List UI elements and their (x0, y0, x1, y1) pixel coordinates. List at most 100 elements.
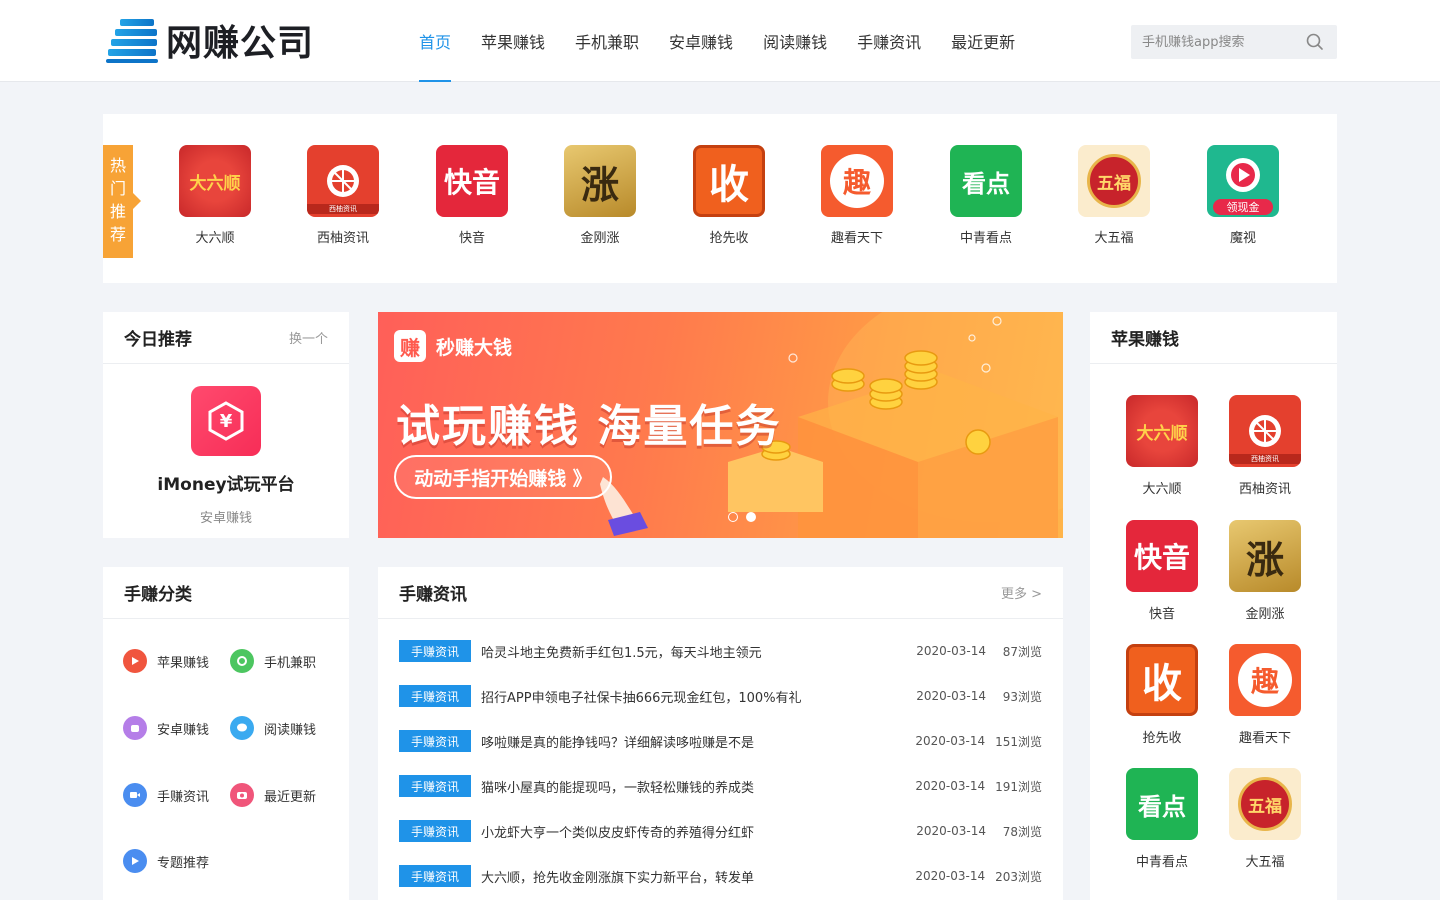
hot-app-daliushun[interactable]: 大六顺 大六顺 (170, 145, 260, 246)
nav-reading-earn[interactable]: 阅读赚钱 (748, 0, 842, 82)
play-icon (123, 649, 147, 673)
nav-earn-news[interactable]: 手赚资讯 (842, 0, 936, 82)
category-reading-earn[interactable]: 阅读赚钱 (230, 716, 316, 740)
news-title[interactable]: 猫咪小屋真的能提现吗，一款轻松赚钱的养成类 (481, 777, 907, 796)
news-tag[interactable]: 手赚资讯 (399, 775, 471, 797)
news-row[interactable]: 手赚资讯 猫咪小屋真的能提现吗，一款轻松赚钱的养成类 2020-03-14 19… (399, 775, 1042, 797)
xiyou-icon: 西柚资讯 (1229, 395, 1301, 467)
apple-app-jingangzhang[interactable]: 涨 金刚涨 (1215, 520, 1315, 622)
banner-cta-button[interactable]: 动动手指开始赚钱 》 (394, 455, 612, 499)
earn-news-panel: 手赚资讯 更多 > 手赚资讯 哈灵斗地主免费新手红包1.5元，每天斗地主领元 2… (378, 567, 1063, 900)
nav-apple-earn[interactable]: 苹果赚钱 (466, 0, 560, 82)
hot-app-name: 金刚涨 (580, 231, 620, 246)
category-phone-parttime[interactable]: 手机兼职 (230, 649, 316, 673)
news-tag[interactable]: 手赚资讯 (399, 685, 471, 707)
apple-earn-panel: 苹果赚钱 大六顺 大六顺 西柚资讯 西柚资讯 快音 快音 涨 金刚涨 收 抢先收 (1090, 312, 1337, 900)
nav-recent-updates[interactable]: 最近更新 (936, 0, 1030, 82)
panel-title: 手赚资讯 (399, 585, 467, 605)
hot-app-name: 快音 (458, 231, 485, 246)
news-row[interactable]: 手赚资讯 哈灵斗地主免费新手红包1.5元，每天斗地主领元 2020-03-14 … (399, 640, 1042, 662)
news-views: 151浏览 (995, 734, 1042, 749)
xiyou-icon: 西柚资讯 (307, 145, 379, 217)
apple-app-zhongqing[interactable]: 看点 中青看点 (1112, 768, 1212, 870)
news-title[interactable]: 招行APP申领电子社保卡抽666元现金红包，100%有礼 (481, 687, 908, 706)
main-nav: 首页 苹果赚钱 手机兼职 安卓赚钱 阅读赚钱 手赚资讯 最近更新 (404, 0, 1030, 82)
news-views: 191浏览 (995, 779, 1042, 794)
promo-banner[interactable]: 赚 秒赚大钱 试玩赚钱 海量任务 动动手指开始赚钱 》 (378, 312, 1063, 538)
hot-app-kuaiyin[interactable]: 快音 快音 (427, 145, 517, 246)
today-app-card[interactable]: ¥ iMoney试玩平台 安卓赚钱 (103, 364, 349, 526)
hot-app-xiyou[interactable]: 西柚资讯 西柚资讯 (298, 145, 388, 246)
news-date: 2020-03-14 (916, 689, 986, 703)
carousel-dot-active[interactable] (746, 512, 756, 522)
hot-app-qukan[interactable]: 趣 趣看天下 (812, 145, 902, 246)
dawufu-icon: 五福 (1229, 768, 1301, 840)
switch-button[interactable]: 换一个 (289, 328, 328, 347)
news-title[interactable]: 哈灵斗地主免费新手红包1.5元，每天斗地主领元 (481, 642, 908, 661)
dawufu-icon: 五福 (1078, 145, 1150, 217)
news-views: 203浏览 (995, 869, 1042, 884)
news-tag[interactable]: 手赚资讯 (399, 820, 471, 842)
news-tag[interactable]: 手赚资讯 (399, 730, 471, 752)
panel-title: 今日推荐 (124, 330, 192, 350)
apple-app-qukan[interactable]: 趣 趣看天下 (1215, 644, 1315, 746)
apple-app-daliushun[interactable]: 大六顺 大六顺 (1112, 395, 1212, 497)
news-date: 2020-03-14 (915, 869, 986, 883)
nav-phone-parttime[interactable]: 手机兼职 (560, 0, 654, 82)
news-row[interactable]: 手赚资讯 小龙虾大亨一个类似皮皮虾传奇的养殖得分红虾 2020-03-14 78… (399, 820, 1042, 842)
hot-app-name: 大六顺 (195, 231, 235, 246)
apple-app-dawufu[interactable]: 五福 大五福 (1215, 768, 1315, 870)
hot-app-name: 趣看天下 (830, 231, 883, 246)
carousel-dot[interactable] (728, 512, 738, 522)
daliushun-icon: 大六顺 (179, 145, 251, 217)
news-tag[interactable]: 手赚资讯 (399, 865, 471, 887)
category-topic-recommend[interactable]: 专题推荐 (123, 849, 209, 873)
apple-app-qiangxianshou[interactable]: 收 抢先收 (1112, 644, 1212, 746)
hot-app-jingangzhang[interactable]: 涨 金刚涨 (555, 145, 645, 246)
news-views: 87浏览 (1002, 644, 1042, 659)
gear-icon (230, 649, 254, 673)
hot-recommend-tag: 热门推荐 (103, 145, 141, 258)
category-android-earn[interactable]: 安卓赚钱 (123, 716, 209, 740)
category-earn-news[interactable]: 手赚资讯 (123, 783, 209, 807)
site-header: 网赚公司 首页 苹果赚钱 手机兼职 安卓赚钱 阅读赚钱 手赚资讯 最近更新 (0, 0, 1440, 82)
today-app-category: 安卓赚钱 (199, 511, 252, 526)
hot-app-moshi[interactable]: 领现金 魔视 (1198, 145, 1288, 246)
zhongqing-icon: 看点 (950, 145, 1022, 217)
category-recent-updates[interactable]: 最近更新 (230, 783, 316, 807)
news-date: 2020-03-14 (915, 734, 986, 748)
search-icon[interactable] (1305, 32, 1325, 52)
news-views: 78浏览 (1002, 824, 1042, 839)
category-apple-earn[interactable]: 苹果赚钱 (123, 649, 209, 673)
hot-app-name: 魔视 (1229, 231, 1256, 246)
search-box (1131, 25, 1337, 59)
zhongqing-icon: 看点 (1126, 768, 1198, 840)
news-title[interactable]: 小龙虾大亨一个类似皮皮虾传奇的养殖得分红虾 (481, 822, 908, 841)
hot-app-dawufu[interactable]: 五福 大五福 (1069, 145, 1159, 246)
jingangzhang-icon: 涨 (1229, 520, 1301, 592)
news-views: 93浏览 (1002, 689, 1042, 704)
site-logo[interactable]: 网赚公司 (106, 16, 314, 64)
nav-home[interactable]: 首页 (404, 0, 466, 82)
news-row[interactable]: 手赚资讯 大六顺，抢先收金刚涨旗下实力新平台，转发单 2020-03-14 20… (399, 865, 1042, 887)
news-title[interactable]: 哆啦赚是真的能挣钱吗？详细解读哆啦赚是不是 (481, 732, 907, 751)
news-row[interactable]: 手赚资讯 招行APP申领电子社保卡抽666元现金红包，100%有礼 2020-0… (399, 685, 1042, 707)
qiangxianshou-icon: 收 (693, 145, 765, 217)
carousel-dots (728, 512, 764, 522)
qiangxianshou-icon: 收 (1126, 644, 1198, 716)
nav-android-earn[interactable]: 安卓赚钱 (654, 0, 748, 82)
more-link[interactable]: 更多 > (1001, 583, 1042, 602)
search-input[interactable] (1131, 25, 1291, 59)
jingangzhang-icon: 涨 (564, 145, 636, 217)
news-tag[interactable]: 手赚资讯 (399, 640, 471, 662)
news-date: 2020-03-14 (915, 779, 986, 793)
news-row[interactable]: 手赚资讯 哆啦赚是真的能挣钱吗？详细解读哆啦赚是不是 2020-03-14 15… (399, 730, 1042, 752)
apple-app-kuaiyin[interactable]: 快音 快音 (1112, 520, 1212, 622)
hot-app-qiangxianshou[interactable]: 收 抢先收 (684, 145, 774, 246)
qukan-icon: 趣 (1229, 644, 1301, 716)
hot-app-name: 西柚资讯 (316, 231, 369, 246)
apple-app-xiyou[interactable]: 西柚资讯 西柚资讯 (1215, 395, 1315, 497)
hot-app-zhongqing[interactable]: 看点 中青看点 (941, 145, 1031, 246)
building-logo-icon (106, 17, 160, 63)
news-title[interactable]: 大六顺，抢先收金刚涨旗下实力新平台，转发单 (481, 867, 907, 886)
